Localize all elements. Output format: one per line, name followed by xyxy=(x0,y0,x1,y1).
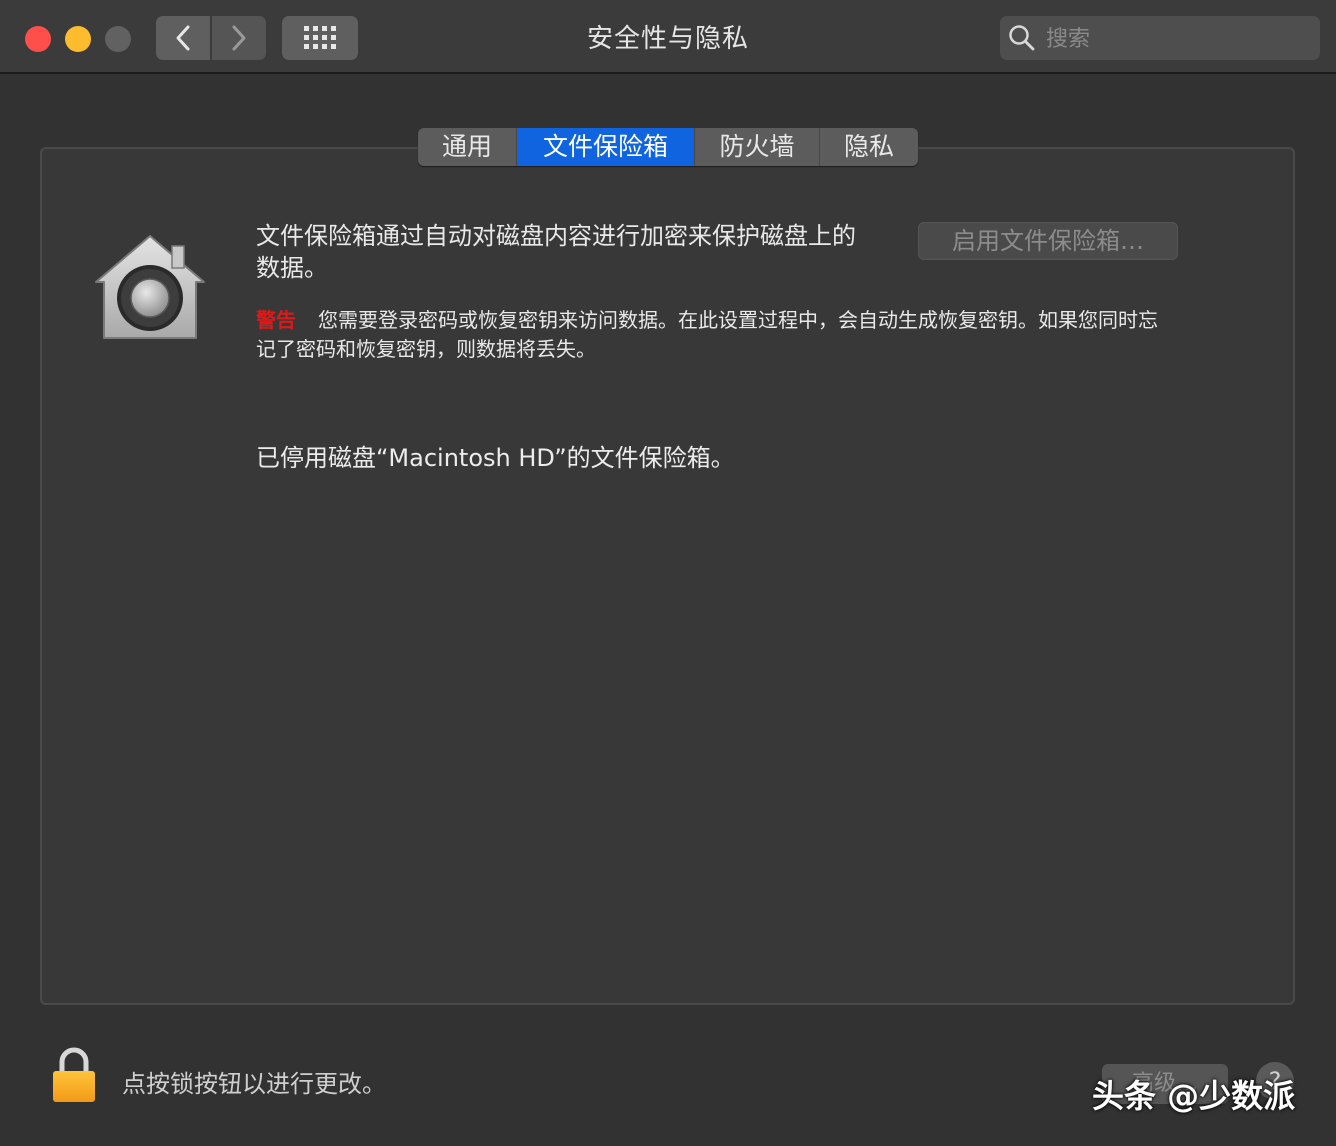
close-button[interactable] xyxy=(25,26,51,52)
filevault-house-icon xyxy=(95,235,205,339)
warning-message: 警告 您需要登录密码或恢复密钥来访问数据。在此设置过程中，会自动生成恢复密钥。如果… xyxy=(256,306,1166,364)
search-icon xyxy=(1009,25,1035,51)
enable-filevault-button[interactable]: 启用文件保险箱… xyxy=(918,222,1178,260)
warning-label: 警告 xyxy=(256,308,296,332)
minimize-button[interactable] xyxy=(65,26,91,52)
tab-filevault[interactable]: 文件保险箱 xyxy=(517,128,695,166)
search-input[interactable] xyxy=(1044,16,1312,62)
grid-icon xyxy=(304,26,336,49)
filevault-status: 已停用磁盘“Macintosh HD”的文件保险箱。 xyxy=(256,444,735,472)
preferences-window: 安全性与隐私 通用 文件保险箱 防火墙 隐私 xyxy=(0,0,1336,1146)
tab-privacy[interactable]: 隐私 xyxy=(820,128,918,166)
chevron-left-icon xyxy=(176,25,190,51)
watermark: 头条 @少数派 xyxy=(1092,1077,1296,1115)
lock-hint-text: 点按锁按钮以进行更改。 xyxy=(122,1070,386,1098)
tab-bar: 通用 文件保险箱 防火墙 隐私 xyxy=(418,128,918,166)
filevault-description: 文件保险箱通过自动对磁盘内容进行加密来保护磁盘上的数据。 xyxy=(256,222,856,282)
title-bar: 安全性与隐私 xyxy=(0,0,1336,74)
zoom-button[interactable] xyxy=(105,26,131,52)
show-all-button[interactable] xyxy=(282,16,358,60)
tab-firewall[interactable]: 防火墙 xyxy=(695,128,820,166)
back-button[interactable] xyxy=(156,16,210,60)
search-field[interactable] xyxy=(1000,16,1320,62)
chevron-right-icon xyxy=(232,25,246,51)
lock-icon[interactable] xyxy=(50,1046,98,1104)
warning-text: 您需要登录密码或恢复密钥来访问数据。在此设置过程中，会自动生成恢复密钥。如果您同… xyxy=(256,308,1158,361)
forward-button[interactable] xyxy=(212,16,266,60)
tab-general[interactable]: 通用 xyxy=(418,128,517,166)
